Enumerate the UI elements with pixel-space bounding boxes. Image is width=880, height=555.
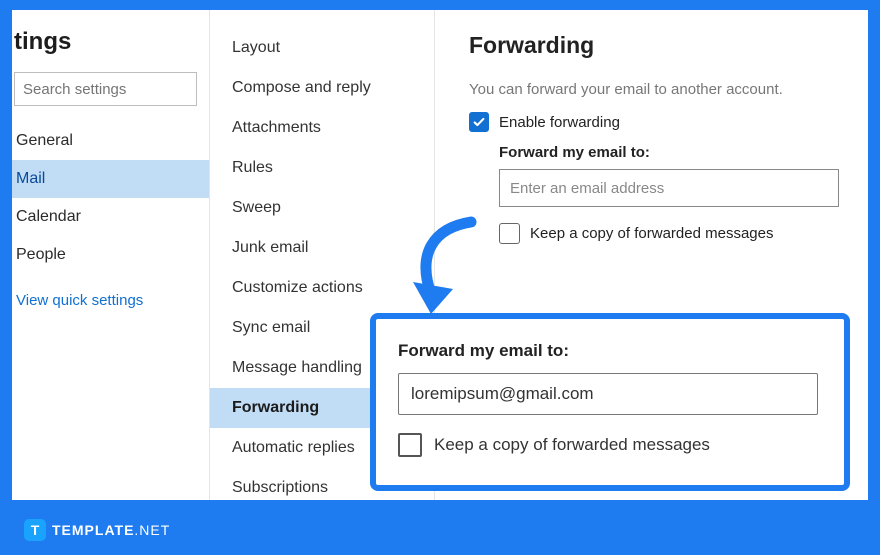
mid-item-rules[interactable]: Rules bbox=[210, 148, 434, 188]
mid-item-attachments[interactable]: Attachments bbox=[210, 108, 434, 148]
callout-forward-to-label: Forward my email to: bbox=[398, 341, 822, 361]
nav-item-mail[interactable]: Mail bbox=[12, 160, 209, 198]
mid-item-customize-actions[interactable]: Customize actions bbox=[210, 268, 434, 308]
watermark-text: TEMPLATE.NET bbox=[52, 522, 170, 538]
callout-email-value: loremipsum@gmail.com bbox=[411, 384, 594, 404]
nav-item-general[interactable]: General bbox=[12, 122, 209, 160]
watermark-suffix: .NET bbox=[134, 522, 170, 538]
watermark-icon: T bbox=[24, 519, 46, 541]
forward-email-placeholder: Enter an email address bbox=[510, 180, 664, 197]
view-quick-settings-link[interactable]: View quick settings bbox=[12, 274, 209, 309]
watermark-brand: TEMPLATE bbox=[52, 522, 134, 538]
keep-copy-checkbox[interactable] bbox=[499, 223, 520, 244]
main-description: You can forward your email to another ac… bbox=[469, 81, 840, 98]
mid-item-compose-reply[interactable]: Compose and reply bbox=[210, 68, 434, 108]
search-input-field[interactable] bbox=[23, 81, 188, 98]
watermark: T TEMPLATE.NET bbox=[24, 519, 170, 541]
keep-copy-label: Keep a copy of forwarded messages bbox=[530, 225, 773, 242]
callout-box: Forward my email to: loremipsum@gmail.co… bbox=[370, 313, 850, 491]
main-title: Forwarding bbox=[469, 32, 840, 59]
nav-item-calendar[interactable]: Calendar bbox=[12, 198, 209, 236]
enable-forwarding-label: Enable forwarding bbox=[499, 114, 620, 131]
mid-item-layout[interactable]: Layout bbox=[210, 28, 434, 68]
search-settings-input[interactable] bbox=[14, 72, 197, 106]
nav-item-people[interactable]: People bbox=[12, 236, 209, 274]
settings-title: tings bbox=[12, 10, 209, 68]
forward-email-input[interactable]: Enter an email address bbox=[499, 169, 839, 207]
checkmark-icon bbox=[472, 115, 486, 129]
callout-keep-copy-label: Keep a copy of forwarded messages bbox=[434, 435, 710, 455]
keep-copy-row: Keep a copy of forwarded messages bbox=[499, 223, 840, 244]
mid-item-junk-email[interactable]: Junk email bbox=[210, 228, 434, 268]
callout-arrow-icon bbox=[403, 216, 481, 326]
forward-to-label: Forward my email to: bbox=[499, 144, 840, 161]
callout-keep-copy-checkbox[interactable] bbox=[398, 433, 422, 457]
settings-nav-list: General Mail Calendar People bbox=[12, 122, 209, 274]
enable-forwarding-row: Enable forwarding bbox=[469, 112, 840, 132]
mid-item-sweep[interactable]: Sweep bbox=[210, 188, 434, 228]
callout-keep-copy-row: Keep a copy of forwarded messages bbox=[398, 433, 822, 457]
enable-forwarding-checkbox[interactable] bbox=[469, 112, 489, 132]
callout-email-input[interactable]: loremipsum@gmail.com bbox=[398, 373, 818, 415]
sidebar-left: tings General Mail Calendar People View … bbox=[12, 10, 210, 500]
